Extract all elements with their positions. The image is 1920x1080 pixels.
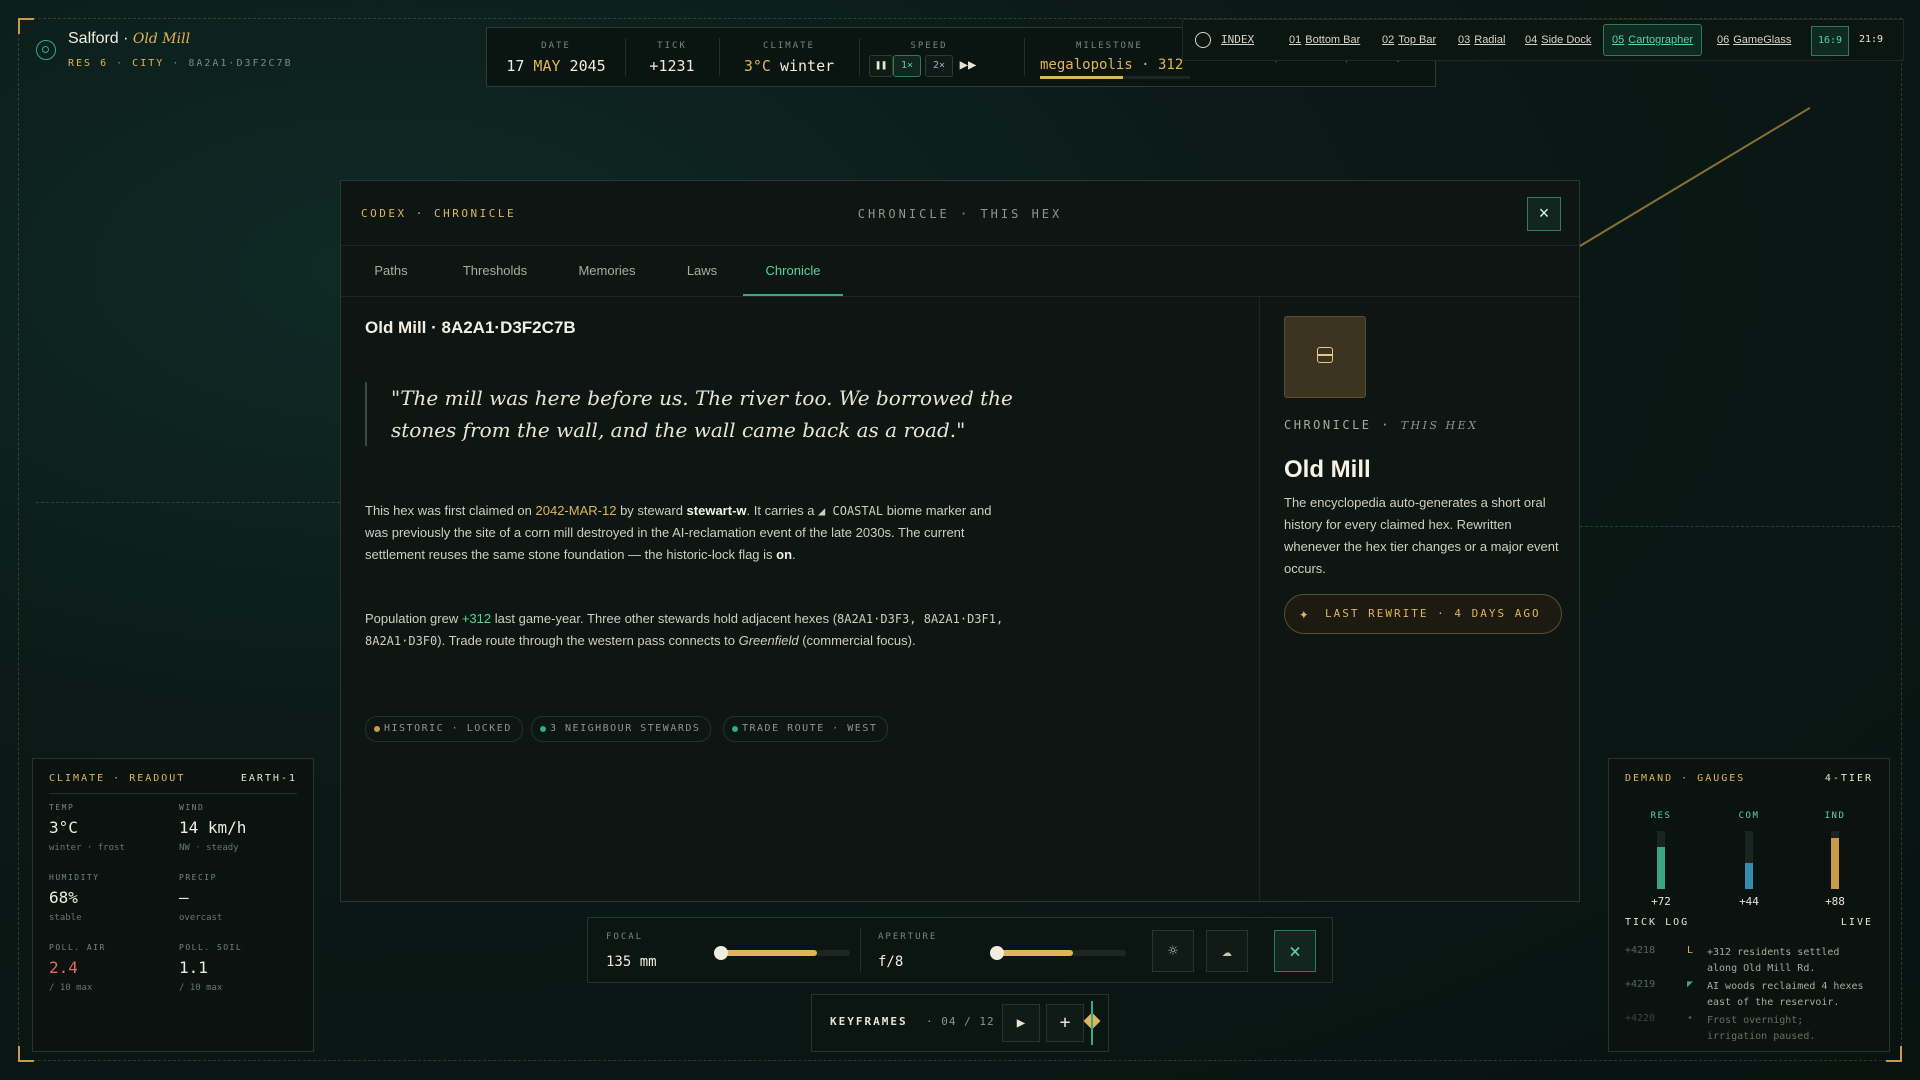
tab-memories[interactable]: Memories bbox=[565, 246, 649, 296]
wind-readout: WIND 14 km/h NW · steady bbox=[179, 803, 247, 853]
focal-slider[interactable] bbox=[714, 946, 850, 960]
gauge-res: RES +72 bbox=[1650, 811, 1672, 908]
milestone-progress bbox=[1040, 76, 1190, 79]
play-button[interactable]: ▶ bbox=[1002, 1004, 1040, 1042]
tick-log-title: TICK LOG bbox=[1625, 917, 1690, 928]
tab-thresholds[interactable]: Thresholds bbox=[453, 246, 537, 296]
keyframes-bar: KEYFRAMES · 04 / 12 ▶ + bbox=[811, 994, 1109, 1052]
pause-button[interactable]: ❚❚ bbox=[869, 55, 893, 77]
city-meta: RES 6 · CITY · 8A2A1·D3F2C7B bbox=[68, 58, 293, 69]
climate-cell: CLIMATE 3°C winter bbox=[743, 41, 835, 75]
nav-radial[interactable]: 03 Radial bbox=[1458, 20, 1505, 60]
aperture-label: APERTURE bbox=[878, 932, 938, 942]
population-paragraph: Population grew +312 last game-year. Thr… bbox=[365, 611, 1004, 648]
tab-chronicle[interactable]: Chronicle bbox=[743, 246, 843, 296]
aperture-slider[interactable] bbox=[990, 946, 1126, 960]
cloud-icon[interactable]: ☁ bbox=[1206, 930, 1248, 972]
nav-cartographer[interactable]: 05 Cartographer bbox=[1603, 24, 1703, 56]
frame-right bbox=[1901, 18, 1902, 1060]
frame-left bbox=[18, 18, 19, 1060]
sidebar-label: CHRONICLE · THIS HEX bbox=[1284, 418, 1479, 432]
playhead[interactable] bbox=[1091, 1001, 1093, 1045]
tab-paths[interactable]: Paths bbox=[361, 246, 421, 296]
tag-trade-route[interactable]: TRADE ROUTE · WEST bbox=[723, 716, 889, 742]
codex-book-icon bbox=[1284, 316, 1366, 398]
map-border-dash-right bbox=[1580, 526, 1900, 527]
corner-tl bbox=[18, 18, 34, 34]
ratio-16-9[interactable]: 16:9 bbox=[1811, 26, 1850, 56]
aperture-value: f/8 bbox=[878, 954, 904, 970]
chronicle-modal: CODEX · CHRONICLE CHRONICLE · THIS HEX ×… bbox=[340, 180, 1580, 902]
gauge-com: COM +44 bbox=[1738, 811, 1760, 908]
air-pollution-readout: POLL. AIR 2.4/ 10 max bbox=[49, 943, 106, 993]
temp-readout: TEMP 3°C winter · frost bbox=[49, 803, 125, 853]
chronicle-body: Old Mill · 8A2A1·D3F2C7B "The mill was h… bbox=[341, 296, 1259, 901]
tick-log-live: LIVE bbox=[1840, 917, 1873, 928]
last-rewrite-badge[interactable]: ✦ LAST REWRITE · 4 DAYS AGO bbox=[1284, 594, 1562, 634]
city-title: Salford · Old Mill bbox=[68, 30, 191, 47]
camera-close-button[interactable]: × bbox=[1274, 930, 1316, 972]
sidebar-title: Old Mill bbox=[1284, 456, 1371, 483]
soil-pollution-readout: POLL. SOIL 1.1/ 10 max bbox=[179, 943, 243, 993]
modal-title: CHRONICLE · THIS HEX bbox=[857, 207, 1063, 221]
climate-title: CLIMATE · READOUT bbox=[49, 773, 186, 784]
climate-panel: CLIMATE · READOUT EARTH-1 TEMP 3°C winter … bbox=[32, 758, 314, 1052]
humidity-readout: HUMIDITY 68% stable bbox=[49, 873, 100, 923]
history-paragraph: This hex was first claimed on 2042-MAR-1… bbox=[365, 503, 992, 562]
fast-forward-icon[interactable]: ▶▶ bbox=[955, 55, 981, 75]
speed-2x-button[interactable]: 2× bbox=[925, 55, 953, 77]
gauge-ind: IND +88 bbox=[1824, 811, 1846, 908]
frame-bottom bbox=[18, 1060, 1902, 1061]
demand-tier: 4-TIER bbox=[1824, 773, 1873, 784]
close-button[interactable]: × bbox=[1527, 197, 1561, 231]
tick-cell: TICK +1231 bbox=[649, 41, 695, 75]
speed-1x-button[interactable]: 1× bbox=[893, 55, 921, 77]
keyframes-counter: · 04 / 12 bbox=[926, 1015, 995, 1028]
nav-side-dock[interactable]: 04 Side Dock bbox=[1525, 20, 1591, 60]
nav-gameglass[interactable]: 06 GameGlass bbox=[1717, 20, 1791, 60]
add-keyframe-button[interactable]: + bbox=[1046, 1004, 1084, 1042]
index-link[interactable]: INDEX bbox=[1195, 20, 1254, 60]
climate-world: EARTH-1 bbox=[240, 773, 297, 784]
sun-icon[interactable]: ☼ bbox=[1152, 930, 1194, 972]
modal-tabs: Paths Thresholds Memories Laws Chronicle bbox=[341, 245, 1579, 297]
date-cell: DATE 17 MAY 2045 bbox=[506, 41, 606, 75]
keyframes-label: KEYFRAMES bbox=[830, 1015, 908, 1028]
hex-title: Old Mill · 8A2A1·D3F2C7B bbox=[365, 318, 576, 337]
tab-laws[interactable]: Laws bbox=[675, 246, 729, 296]
ratio-21-9[interactable]: 21:9 bbox=[1853, 26, 1889, 54]
hex-logo-icon bbox=[36, 40, 56, 60]
focal-value: 135 mm bbox=[606, 954, 657, 970]
sparkle-icon: ✦ bbox=[1299, 604, 1311, 623]
precip-readout: PRECIP – overcast bbox=[179, 873, 223, 923]
tag-historic[interactable]: HISTORIC · LOCKED bbox=[365, 716, 523, 742]
sidebar-description: The encyclopedia auto-generates a short … bbox=[1284, 495, 1559, 576]
map-road-line bbox=[1578, 106, 1811, 248]
oral-history-quote: "The mill was here before us. The river … bbox=[365, 382, 1031, 446]
map-border-dash bbox=[36, 502, 340, 503]
demand-title: DEMAND · GAUGES bbox=[1625, 773, 1746, 784]
demand-panel: DEMAND · GAUGES 4-TIER RES +72 COM +44 IND… bbox=[1608, 758, 1890, 1052]
camera-controls: FOCAL 135 mm APERTURE f/8 ☼ ☁ × bbox=[587, 917, 1333, 983]
nav-bottom-bar[interactable]: 01 Bottom Bar bbox=[1289, 20, 1360, 60]
globe-icon bbox=[1195, 32, 1211, 49]
chronicle-sidebar: CHRONICLE · THIS HEX Old Mill The encycl… bbox=[1259, 296, 1580, 901]
nav-top-bar[interactable]: 02 Top Bar bbox=[1382, 20, 1436, 60]
focal-label: FOCAL bbox=[606, 932, 644, 942]
layout-nav: INDEX 01 Bottom Bar 02 Top Bar 03 Radial 04… bbox=[1182, 19, 1904, 61]
tag-neighbours[interactable]: 3 NEIGHBOUR STEWARDS bbox=[531, 716, 712, 742]
speed-cell: SPEED ❚❚ 1× 2× ▶▶ bbox=[859, 28, 999, 86]
